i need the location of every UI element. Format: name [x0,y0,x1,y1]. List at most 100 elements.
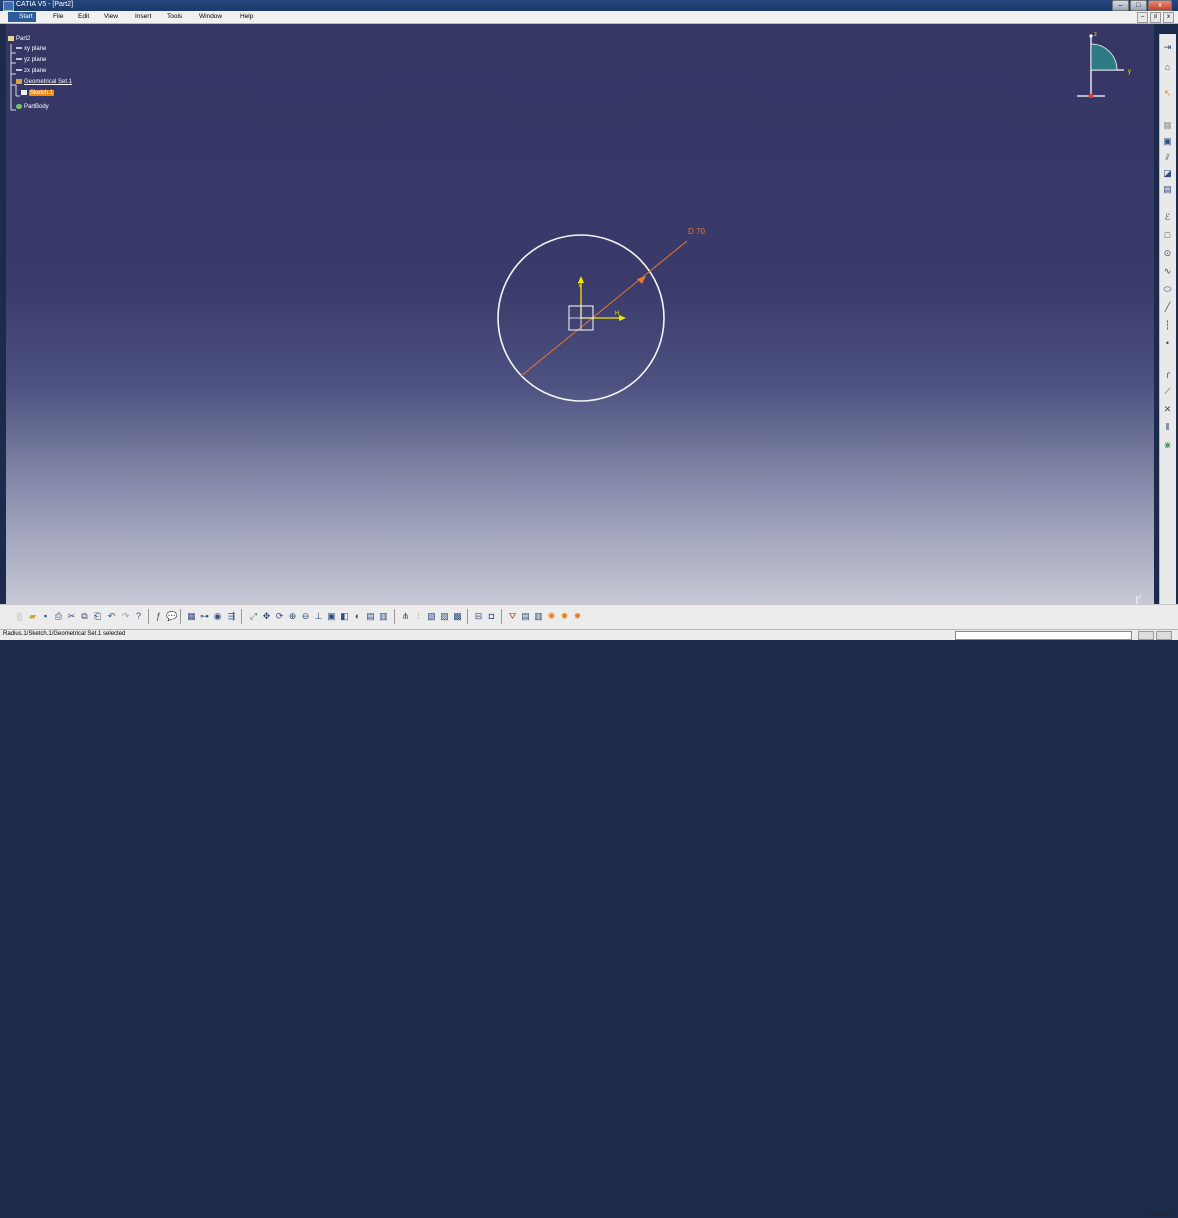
cut-part-icon[interactable]: ◪ [1162,168,1173,179]
view-mode-icon[interactable]: ▥ [378,611,389,622]
tree-node-geometrical-set[interactable]: Geometrical Set.1 [16,79,72,85]
status-message: Radius.1/Sketch.1/Geometrical Set.1 sele… [3,631,126,637]
toolbar-separator [241,609,242,624]
swap-space-icon[interactable]: ▤ [365,611,376,622]
close-button[interactable]: x [1148,0,1172,11]
update-icon[interactable]: ▧ [426,611,437,622]
thread-icon[interactable]: ▨ [439,611,450,622]
tree-node-sketch[interactable]: Sketch.1 [21,90,55,97]
pan-icon[interactable]: ✥ [261,611,272,622]
zoom-in-icon[interactable]: ⊕ [287,611,298,622]
cut-icon[interactable]: ✂ [66,611,77,622]
minimize-button[interactable]: – [1112,0,1129,11]
sketch-tools-icon[interactable]: ⋔ [400,611,411,622]
tree-connector-lines [10,44,20,111]
catia-app-icon [3,1,14,11]
spline-icon[interactable]: ∿ [1162,266,1173,277]
menu-insert[interactable]: Insert [135,12,151,22]
tree-node-part2[interactable]: Part2 [8,36,30,42]
rectangle-icon[interactable]: □ [1162,230,1173,241]
sheet-icon[interactable]: ▤ [520,611,531,622]
corner-icon[interactable]: ╭ [1162,368,1173,379]
undo-icon[interactable]: ↶ [106,611,117,622]
compass-widget[interactable]: z y [1076,28,1146,108]
toolbar-separator [180,609,181,624]
normal-view-icon[interactable]: ⊥ [313,611,324,622]
hide-show-icon[interactable]: ◐ [352,611,363,622]
compass-y-label: y [1128,69,1131,75]
menu-window[interactable]: Window [199,12,222,22]
title-bar: CATIA V5 - [Part2] – □ x [0,0,1178,11]
scan-icon[interactable]: ⊟ [473,611,484,622]
light-icon[interactable]: ✺ [546,611,557,622]
mdi-close-button[interactable]: x [1163,12,1174,23]
project-icon[interactable]: ⋇ [1162,440,1173,451]
select-icon[interactable]: ↖ [1162,88,1173,99]
whats-this-icon[interactable]: ? [133,611,144,622]
render-icon[interactable]: ✸ [572,611,583,622]
save-icon[interactable]: ▪ [40,611,51,622]
rotate-icon[interactable]: ⟳ [274,611,285,622]
mdi-restore-button[interactable]: ♯ [1150,12,1161,23]
status-bar: Radius.1/Sketch.1/Geometrical Set.1 sele… [0,629,1178,640]
measure-icon[interactable]: ⊶ [199,611,210,622]
catalog-icon[interactable]: ▦ [186,611,197,622]
tree-node-zx-plane[interactable]: zx plane [16,68,46,74]
mdi-minimize-button[interactable]: – [1137,12,1148,23]
paste-icon[interactable]: ⎗ [92,611,103,622]
maximize-button[interactable]: □ [1130,0,1147,11]
render-style-icon[interactable]: ◧ [339,611,350,622]
new-icon[interactable]: ▯ [14,611,25,622]
fit-all-icon[interactable]: ⤢ [248,611,259,622]
environment-icon[interactable]: ✹ [559,611,570,622]
menu-edit[interactable]: Edit [78,12,89,22]
formula-icon[interactable]: ƒ [153,611,164,622]
mirror-icon[interactable]: ⫴ [1162,422,1173,433]
tree-node-yz-plane[interactable]: yz plane [16,57,46,63]
constraint-icon[interactable]: ▣ [1162,136,1173,147]
exit-workbench-icon[interactable]: ⇥ [1162,42,1173,53]
grid-icon[interactable]: ▦ [1162,120,1173,131]
curve-icon[interactable]: ▥ [533,611,544,622]
compass-z-label: z [1094,32,1097,38]
point-icon[interactable]: • [1162,338,1173,349]
trim-icon[interactable]: ✕ [1162,404,1173,415]
diameter-dimension-line[interactable] [520,240,688,377]
zoom-out-icon[interactable]: ⊖ [300,611,311,622]
corner-axis-triad: z y [1136,594,1142,604]
analysis-icon[interactable]: ⛛ [507,611,518,622]
menu-start[interactable]: Start [8,12,36,22]
circle-icon[interactable]: ⊙ [1162,248,1173,259]
toolbar-separator [501,609,502,624]
tree-node-partbody[interactable]: PartBody [16,104,49,110]
axis-icon[interactable]: ┆ [1162,320,1173,331]
comment-icon[interactable]: 💬 [166,611,177,622]
menu-view[interactable]: View [104,12,118,22]
snap-icon[interactable]: ⫽ [1162,152,1173,163]
chamfer-icon[interactable]: ⟋ [1162,386,1173,397]
dimension-label[interactable]: D 70 [688,227,705,236]
copy-icon[interactable]: ⧉ [79,611,90,622]
plane-icon [16,47,22,50]
open-icon[interactable]: ▰ [27,611,38,622]
constraint-tools-icon[interactable]: ⫶ [413,611,424,622]
profile-icon[interactable]: ▤ [1162,184,1173,195]
line-icon[interactable]: ╱ [1162,302,1173,313]
ellipse-icon[interactable]: ⬭ [1162,284,1173,295]
apply-material-icon[interactable]: ◘ [486,611,497,622]
menu-tools[interactable]: Tools [167,12,182,22]
print-icon[interactable]: ⎙ [53,611,64,622]
redo-icon[interactable]: ↷ [120,611,131,622]
geometry-viewport[interactable]: D 70 H V Part2 xy plane yz plane zx plan… [6,24,1154,604]
color-icon[interactable]: ▩ [452,611,463,622]
plane-icon [16,69,22,72]
bottom-toolbar: ▯ ▰ ▪ ⎙ ✂ ⧉ ⎗ ↶ ↷ ? ƒ 💬 ▦ ⊶ ◉ ⇶ ⤢ ✥ ⟳ ⊕ … [0,604,1178,1218]
menu-help[interactable]: Help [240,12,253,22]
fly-mode-icon[interactable]: ⇶ [226,611,237,622]
tree-node-xy-plane[interactable]: xy plane [16,46,46,52]
sketcher-icon[interactable]: ⌂ [1162,62,1173,73]
menu-file[interactable]: File [53,12,63,22]
rectangle-profile-icon[interactable]: ℰ [1162,212,1173,223]
sketch-analysis-icon[interactable]: ◉ [212,611,223,622]
views-icon[interactable]: ▣ [326,611,337,622]
